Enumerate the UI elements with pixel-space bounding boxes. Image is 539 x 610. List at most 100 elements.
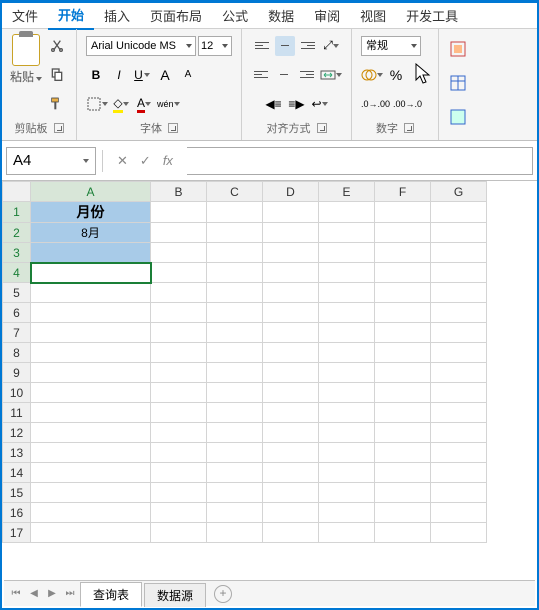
align-center-button[interactable]: [274, 65, 294, 85]
cut-button[interactable]: [47, 36, 67, 56]
row-header[interactable]: 10: [3, 383, 31, 403]
increase-decimal-button[interactable]: .0→.00: [361, 94, 390, 114]
menu-view[interactable]: 视图: [350, 2, 396, 29]
col-header-A[interactable]: A: [31, 182, 151, 202]
decrease-indent-button[interactable]: ◀≡: [264, 94, 284, 114]
align-middle-button[interactable]: [275, 36, 295, 56]
sheet-nav-next[interactable]: ▶: [44, 588, 60, 599]
align-expand-icon[interactable]: [317, 123, 327, 133]
fx-button[interactable]: fx: [163, 153, 173, 168]
font-name-select[interactable]: Arial Unicode MS: [86, 36, 196, 56]
add-sheet-button[interactable]: +: [214, 585, 232, 603]
row-header[interactable]: 12: [3, 423, 31, 443]
font-group-label: 字体: [140, 120, 162, 136]
cancel-edit-button[interactable]: ✕: [117, 153, 128, 169]
row-header[interactable]: 2: [3, 223, 31, 243]
conditional-format-button[interactable]: [448, 39, 468, 59]
sheet-tab-source[interactable]: 数据源: [144, 583, 206, 607]
format-painter-button[interactable]: [47, 94, 67, 114]
cell-A3[interactable]: [31, 243, 151, 263]
row-header[interactable]: 9: [3, 363, 31, 383]
row-header[interactable]: 16: [3, 503, 31, 523]
merge-button[interactable]: [320, 65, 342, 85]
row-header[interactable]: 17: [3, 523, 31, 543]
cell-A1[interactable]: 月份: [31, 202, 151, 223]
menu-bar: 文件 开始 插入 页面布局 公式 数据 审阅 视图 开发工具: [2, 3, 537, 29]
sheet-nav-last[interactable]: ⏭: [62, 588, 78, 599]
font-color-button[interactable]: A: [134, 94, 154, 114]
increase-indent-button[interactable]: ≡▶: [287, 94, 307, 114]
percent-button[interactable]: %: [386, 65, 406, 85]
col-header-B[interactable]: B: [151, 182, 207, 202]
sheet-nav-prev[interactable]: ◀: [26, 588, 42, 599]
clipboard-expand-icon[interactable]: [54, 123, 64, 133]
select-all-corner[interactable]: [3, 182, 31, 202]
shrink-font-button[interactable]: A: [178, 65, 198, 85]
align-bottom-button[interactable]: [298, 36, 318, 56]
comma-style-button[interactable]: [409, 65, 429, 85]
underline-button[interactable]: U: [132, 65, 152, 85]
menu-formulas[interactable]: 公式: [212, 2, 258, 29]
row-header[interactable]: 6: [3, 303, 31, 323]
paste-button[interactable]: 粘贴: [8, 68, 44, 85]
font-expand-icon[interactable]: [168, 123, 178, 133]
cell-style-button[interactable]: [448, 107, 468, 127]
sheet-nav-first[interactable]: ⏮: [8, 588, 24, 599]
wrap-text-button[interactable]: ↩: [310, 94, 330, 114]
row-header[interactable]: 5: [3, 283, 31, 303]
number-format-select[interactable]: 常规: [361, 36, 421, 56]
row-header[interactable]: 11: [3, 403, 31, 423]
row-header[interactable]: 1: [3, 202, 31, 223]
cell-A4[interactable]: [31, 263, 151, 283]
align-group-label: 对齐方式: [267, 120, 311, 136]
font-size-select[interactable]: 12: [198, 36, 232, 56]
bold-button[interactable]: B: [86, 65, 106, 85]
fill-color-button[interactable]: ◇: [111, 94, 131, 114]
row-header[interactable]: 14: [3, 463, 31, 483]
currency-button[interactable]: [361, 65, 383, 85]
name-box[interactable]: A4: [6, 147, 96, 175]
cell-A2[interactable]: 8月: [31, 223, 151, 243]
orientation-button[interactable]: ⤢: [321, 36, 341, 56]
menu-insert[interactable]: 插入: [94, 2, 140, 29]
group-align: ⤢ ◀≡ ≡▶ ↩ 对齐方式: [242, 29, 352, 140]
menu-developer[interactable]: 开发工具: [396, 2, 468, 29]
menu-home[interactable]: 开始: [48, 1, 94, 30]
row-header[interactable]: 7: [3, 323, 31, 343]
paste-icon[interactable]: [12, 34, 40, 66]
col-header-D[interactable]: D: [263, 182, 319, 202]
col-header-E[interactable]: E: [319, 182, 375, 202]
col-header-C[interactable]: C: [207, 182, 263, 202]
menu-review[interactable]: 审阅: [304, 2, 350, 29]
group-styles-partial: [439, 29, 477, 140]
grow-font-button[interactable]: A: [155, 65, 175, 85]
align-right-button[interactable]: [297, 65, 317, 85]
formula-input[interactable]: [187, 147, 533, 175]
decrease-decimal-button[interactable]: .00→.0: [393, 94, 422, 114]
table-format-button[interactable]: [448, 73, 468, 93]
sheet-tab-query[interactable]: 查询表: [80, 582, 142, 607]
col-header-F[interactable]: F: [375, 182, 431, 202]
phonetic-button[interactable]: wén: [157, 94, 180, 114]
confirm-edit-button[interactable]: ✓: [140, 153, 151, 169]
number-expand-icon[interactable]: [404, 123, 414, 133]
row-header[interactable]: 8: [3, 343, 31, 363]
menu-file[interactable]: 文件: [2, 2, 48, 29]
italic-button[interactable]: I: [109, 65, 129, 85]
row-header[interactable]: 15: [3, 483, 31, 503]
menu-data[interactable]: 数据: [258, 2, 304, 29]
align-top-button[interactable]: [252, 36, 272, 56]
group-number: 常规 % .0→.00 .00→.0 数字: [352, 29, 439, 140]
row-header[interactable]: 13: [3, 443, 31, 463]
spreadsheet-grid[interactable]: A B C D E F G 1月份 28月 3 4 5 6 7 8 9 10 1…: [2, 181, 537, 561]
ribbon: 粘贴 剪贴板 Arial Unicode MS 12 B I U A A: [2, 29, 537, 141]
align-left-button[interactable]: [251, 65, 271, 85]
col-header-G[interactable]: G: [431, 182, 487, 202]
menu-page-layout[interactable]: 页面布局: [140, 2, 212, 29]
row-header[interactable]: 3: [3, 243, 31, 263]
group-font: Arial Unicode MS 12 B I U A A ◇ A wén 字体: [77, 29, 242, 140]
border-button[interactable]: [86, 94, 108, 114]
copy-button[interactable]: [47, 65, 67, 85]
group-clipboard: 粘贴 剪贴板: [2, 29, 77, 140]
row-header[interactable]: 4: [3, 263, 31, 283]
